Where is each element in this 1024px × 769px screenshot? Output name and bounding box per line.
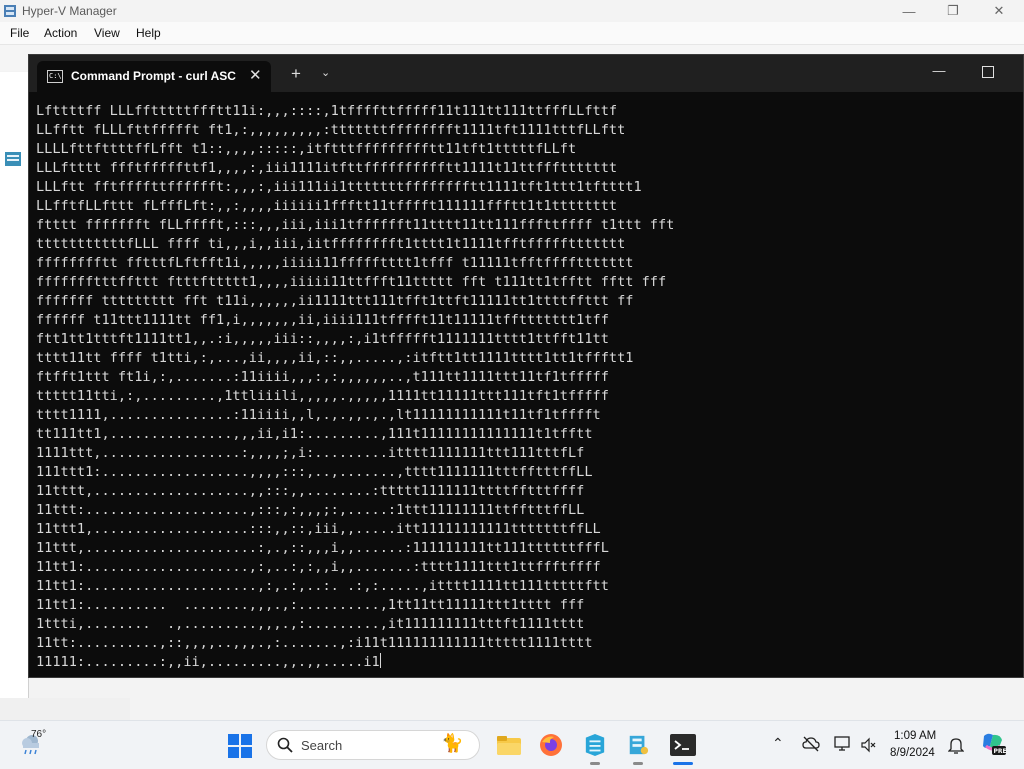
terminal-minimize-button[interactable]: — (927, 63, 951, 81)
cloud-offline-icon[interactable] (802, 736, 820, 752)
terminal-output-line: tttt1111,...............:11iiii,,l,.,.,,… (36, 407, 601, 423)
hyperv-app-icon (4, 5, 16, 17)
search-highlight-cat-icon: 🐈 (441, 733, 464, 753)
terminal-output-line: 11tt1:.....................,:,.:,..:. .:… (36, 578, 609, 594)
terminal-output-line: 11tt1:.......... ........,,,.,:.........… (36, 597, 585, 613)
hyperv-status-bar (0, 698, 130, 720)
new-tab-icon[interactable]: + (291, 64, 301, 84)
terminal-output-line: LLLftttt ffftfffffttf1,,,,:,iii1111itftt… (36, 160, 618, 176)
taskbar-clock-time[interactable]: 1:09 AM (894, 730, 936, 742)
terminal-active-indicator (673, 762, 693, 765)
menu-file[interactable]: File (10, 26, 29, 40)
terminal-output-line: tt111tt1,...............,,,ii,i1:.......… (36, 426, 593, 442)
terminal-tab-title: Command Prompt - curl ASC (71, 69, 236, 83)
terminal-output-line: ftttt ffffffft fLLfffft,:::,,,iii,iii1tf… (36, 217, 675, 233)
hyperv-manager-taskbar-icon[interactable] (623, 730, 653, 760)
volume-muted-icon[interactable] (860, 737, 876, 753)
taskbar: 76° Search 🐈 ⌃ 1:09 AM 8/9/2024 PRE (0, 720, 1024, 769)
terminal-output-line: 11ttt:....................,:::,:,,,;:,..… (36, 502, 585, 518)
taskbar-clock-date[interactable]: 8/9/2024 (890, 747, 935, 759)
terminal-output-line: ffffff t11ttt1111tt ff1,i,,,,,,,ii,iiii1… (36, 312, 609, 328)
hyperv-restore-button[interactable]: ❐ (930, 0, 976, 22)
terminal-output-line: 11tt:..........,::,,,,..,,,.,:.......,:i… (36, 635, 593, 651)
copilot-pre-icon[interactable]: PRE (980, 732, 1006, 756)
hyperv-tree-icon[interactable] (5, 152, 21, 166)
terminal-output-line: 11ttt1,...................:::,,::,iii,,.… (36, 521, 601, 537)
terminal-output-line: 11ttt,.....................:,.,::,,,i,,.… (36, 540, 609, 556)
close-tab-icon[interactable]: ✕ (249, 66, 262, 84)
hyperv-menubar: File Action View Help (0, 22, 1024, 45)
chevron-up-icon[interactable]: ⌃ (772, 735, 784, 752)
menu-view[interactable]: View (94, 26, 120, 40)
terminal-output-line: 1111ttt,.................:,,,,;,i:......… (36, 445, 585, 461)
terminal-maximize-button[interactable] (982, 66, 994, 78)
windows-start-icon[interactable] (228, 734, 252, 758)
terminal-tab-command-prompt[interactable]: C:\ Command Prompt - curl ASC ✕ (37, 61, 271, 92)
terminal-taskbar-icon[interactable] (668, 730, 698, 760)
terminal-output-line: 1ttti,........ .,.........,,,.,:........… (36, 616, 585, 632)
hyperv-window-title: Hyper-V Manager (22, 4, 117, 18)
terminal-output-line: tttttttttttfLLL ffff ti,,,i,,iii,iitffff… (36, 236, 626, 252)
terminal-output-line: 11tttt,...................,,:::,,.......… (36, 483, 585, 499)
server-manager-icon[interactable] (580, 730, 610, 760)
terminal-output-line: ftt1tt1tttft1111tt1,,.:i,,,,,iii::,,,,:,… (36, 331, 609, 347)
firefox-icon[interactable] (536, 730, 566, 760)
hyperv-running-indicator (633, 762, 643, 765)
command-prompt-icon: C:\ (47, 70, 63, 83)
taskbar-search-box[interactable]: Search 🐈 (266, 730, 480, 760)
terminal-output-line: ftfft1ttt ft1i,:,.......:11iiii,,,:,:,,,… (36, 369, 609, 385)
terminal-output-line: LLLLfttfttttffLfft t1::,,,,:::::,itftttf… (36, 141, 577, 157)
terminal-window: C:\ Command Prompt - curl ASC ✕ + ⌄ — Lf… (28, 54, 1024, 678)
terminal-output-line: fffffffftt fftttfLftfft1i,,,,,iiiii11fff… (36, 255, 634, 271)
server-manager-running-indicator (590, 762, 600, 765)
terminal-output[interactable]: Lfttttff LLLfftttttffftt11i:,,,::::,1tff… (36, 102, 1016, 672)
hyperv-titlebar: Hyper-V Manager — ❐ ✕ (0, 0, 1024, 22)
menu-help[interactable]: Help (136, 26, 161, 40)
terminal-output-line: ttttt11tti,:,.........,1ttliiili,,,,,.,,… (36, 388, 609, 404)
notification-bell-icon[interactable] (948, 736, 964, 754)
svg-text:PRE: PRE (994, 748, 1007, 755)
terminal-output-line: 11tt1:....................,:,..:,:,,i,,.… (36, 559, 601, 575)
terminal-output-line: Lfttttff LLLfftttttffftt11i:,,,::::,1tff… (36, 103, 618, 119)
hyperv-close-button[interactable]: ✕ (976, 0, 1022, 22)
weather-temperature: 76° (31, 729, 47, 740)
terminal-output-line: fffffff ttttttttt fft t11i,,,,,,ii1111tt… (36, 293, 634, 309)
terminal-output-line: LLLftt fftffffttfffffft:,,,:,iii111ii1tt… (36, 179, 642, 195)
terminal-output-line: 111ttt1:..................,,,,:::,..,...… (36, 464, 593, 480)
search-placeholder: Search (301, 738, 343, 753)
terminal-output-line: LLfftt fLLLfttffffft ft1,:,,,,,,,,,:tttt… (36, 122, 626, 138)
terminal-tabbar: C:\ Command Prompt - curl ASC ✕ + ⌄ — (29, 55, 1023, 92)
terminal-output-line: 11111:.........:,,ii,.........,,.,,.....… (36, 653, 381, 670)
network-monitor-icon[interactable] (834, 736, 852, 752)
hyperv-navigation-pane (0, 72, 29, 698)
search-icon (277, 737, 293, 753)
file-explorer-icon[interactable] (494, 730, 524, 760)
menu-action[interactable]: Action (44, 26, 77, 40)
terminal-output-line: ffffffftttffttt ftttfttttt1,,,,iiiii11tt… (36, 274, 667, 290)
terminal-output-line: LLfftfLLfttt fLfffLft:,,:,,,,iiiiii1ffft… (36, 198, 618, 214)
chevron-down-icon[interactable]: ⌄ (321, 66, 330, 79)
hyperv-minimize-button[interactable]: — (886, 0, 932, 22)
terminal-cursor (379, 653, 381, 668)
terminal-output-line: tttt11tt ffff t1tti,:,...,ii,,,,ii,::,,.… (36, 350, 634, 366)
